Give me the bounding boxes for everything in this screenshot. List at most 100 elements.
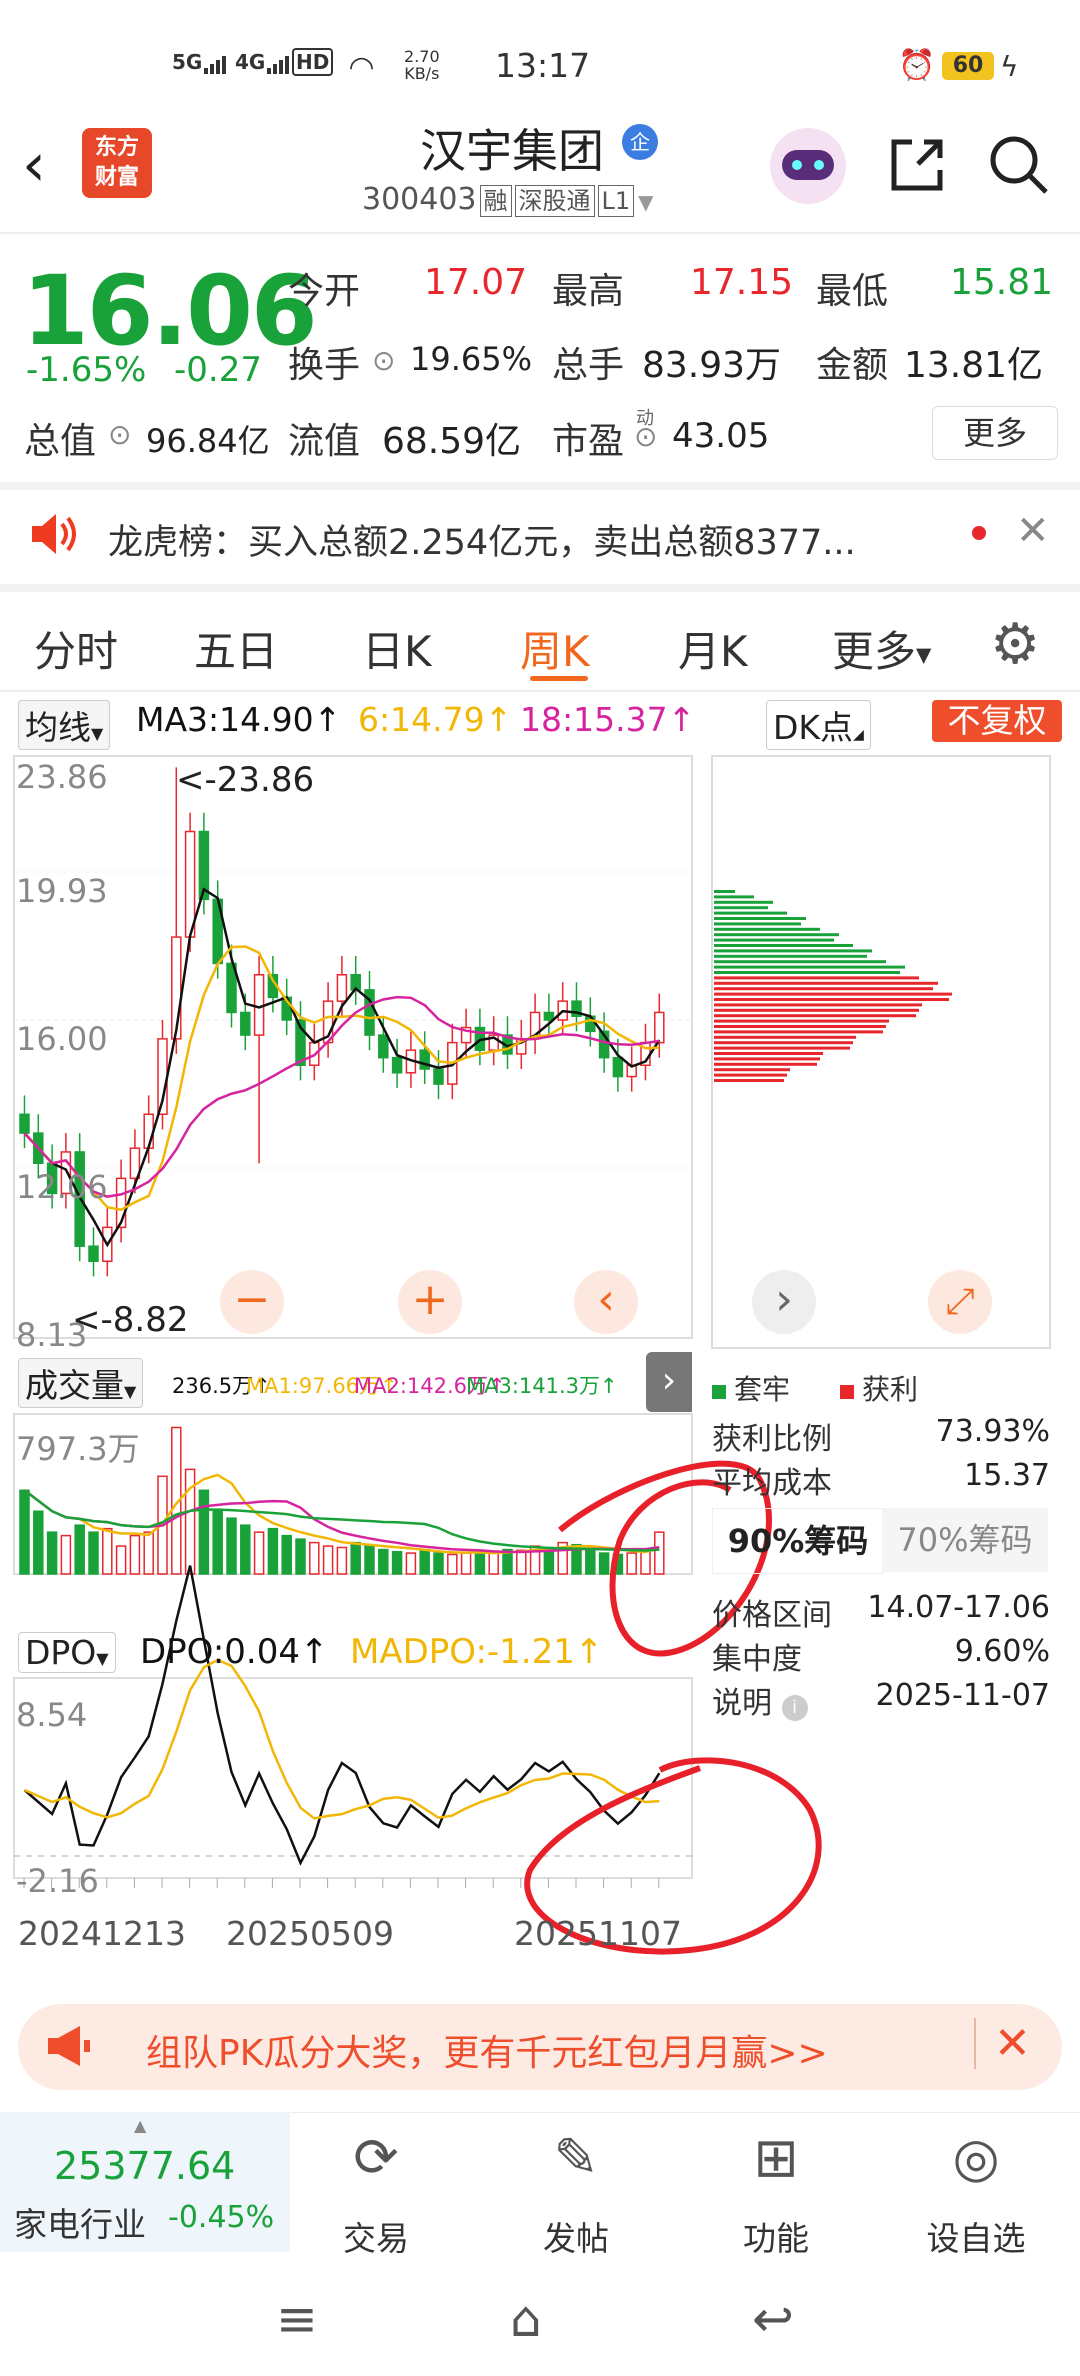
function-grid-icon[interactable]: ⊞ (706, 2126, 846, 2189)
post-button[interactable]: 发帖 (506, 2212, 646, 2260)
candle (654, 1011, 665, 1044)
chip-bar (714, 954, 867, 958)
hd-icon: HD (292, 48, 334, 76)
indicator-selector[interactable]: DPO▼ (18, 1632, 116, 1673)
tab-five-day[interactable]: 五日 (194, 618, 278, 679)
info-icon[interactable]: ⊙ (372, 344, 395, 377)
info-icon[interactable]: ⊙ (108, 418, 131, 451)
trade-button[interactable]: 交易 (306, 2212, 446, 2260)
index-change: -0.45% (168, 2200, 275, 2235)
add-watchlist-icon[interactable]: ◎ (906, 2126, 1046, 2189)
lhb-notice[interactable]: 龙虎榜：买入总额2.254亿元，卖出总额8377... (108, 514, 856, 565)
back-nav-icon[interactable]: ↩ (752, 2290, 794, 2348)
chip-bar (714, 987, 933, 991)
volume-bar (598, 1552, 610, 1575)
chip-bar (714, 906, 768, 910)
promo-text: 组队PK瓜分大奖，更有千元红包月月赢>> (146, 2033, 828, 2074)
chip-bar (714, 938, 834, 942)
menu-icon[interactable]: ≡ (276, 2290, 318, 2348)
open-label: 今开 (288, 271, 361, 312)
volume-bar (102, 1527, 113, 1575)
candle (543, 1011, 555, 1021)
industry-index[interactable]: ▲ 25377.64 家电行业 -0.45% (0, 2112, 290, 2252)
concentration-label: 集中度 (712, 1642, 802, 1677)
dpo-axis-top: 8.54 (16, 1696, 88, 1734)
settings-gear-icon[interactable]: ⚙ (990, 612, 1040, 677)
volume-bar (488, 1552, 499, 1575)
price-axis-top: 23.86 (16, 758, 108, 796)
divider (0, 584, 1080, 592)
volume-bar (19, 1489, 30, 1575)
caret-down-icon[interactable]: ▼ (638, 190, 653, 214)
charging-icon: ϟ (1000, 50, 1019, 83)
close-icon[interactable]: ✕ (1016, 508, 1050, 554)
tab-chip-90[interactable]: 90%筹码 (712, 1508, 884, 1574)
home-icon[interactable]: ⌂ (510, 2290, 542, 2348)
dk-selector[interactable]: DK点◢ (766, 700, 871, 750)
volume-bar (364, 1543, 375, 1575)
volume-bar (460, 1552, 472, 1575)
tab-daily-k[interactable]: 日K (362, 618, 432, 679)
chip-bar (714, 965, 905, 969)
price-axis-2: 19.93 (16, 872, 108, 910)
chip-bar (714, 960, 886, 964)
chip-bar (714, 1068, 790, 1072)
active-tab-indicator (530, 676, 588, 681)
low-value: 15.81 (950, 262, 1054, 303)
scroll-left-button[interactable]: ‹ (574, 1270, 638, 1334)
date-label-3: 20251107 (514, 1914, 682, 1953)
volume-bar (309, 1541, 320, 1575)
post-icon[interactable]: ✎ (506, 2126, 646, 2189)
float-label: 流值 (288, 421, 361, 462)
zoom-out-button[interactable]: − (220, 1270, 284, 1334)
assistant-avatar[interactable] (770, 128, 846, 204)
chip-bar (714, 1025, 886, 1028)
price-range-value: 14.07-17.06 (867, 1590, 1050, 1625)
volume-bar (419, 1548, 430, 1575)
volume-selector[interactable]: 成交量▼ (18, 1358, 144, 1408)
unread-dot (972, 526, 986, 540)
mktcap-value: 96.84亿 (146, 422, 270, 460)
tab-chip-70[interactable]: 70%筹码 (882, 1508, 1048, 1572)
ma-selector[interactable]: 均线▼ (18, 700, 111, 750)
volume-bar (378, 1548, 389, 1575)
adjust-type-button[interactable]: 不复权 (932, 700, 1062, 742)
tab-monthly-k[interactable]: 月K (678, 618, 748, 679)
megaphone-icon (44, 2024, 92, 2072)
pe-value: 43.05 (672, 416, 770, 456)
concentration-value: 9.60% (954, 1634, 1050, 1669)
back-icon[interactable]: ‹ (22, 130, 46, 200)
volume-value: 83.93万 (642, 345, 782, 386)
stock-name: 汉宇集团 (420, 124, 604, 178)
network-4g: 4G (235, 50, 290, 74)
wifi-icon: ◠ (350, 50, 374, 85)
tab-more[interactable]: 更多▼ (832, 618, 931, 679)
share-icon[interactable] (886, 134, 948, 200)
volume-bar (336, 1546, 348, 1575)
chip-next-button[interactable]: › (752, 1270, 816, 1334)
clock: 13:17 (495, 46, 591, 85)
status-bar: 5G 4G HD ◠ 2.70 KB/s 13:17 ⏰ 60 ϟ (0, 0, 1080, 120)
search-icon[interactable] (986, 132, 1050, 200)
promo-banner[interactable]: 组队PK瓜分大奖，更有千元红包月月赢>> ✕ (18, 2004, 1062, 2090)
avg-cost-value: 15.37 (964, 1458, 1050, 1493)
collapse-panel-button[interactable]: › (646, 1352, 692, 1412)
volume-bar (350, 1541, 361, 1575)
info-icon[interactable]: ⊙ (634, 420, 657, 453)
zoom-in-button[interactable]: + (398, 1270, 462, 1334)
close-icon[interactable]: ✕ (974, 2018, 1031, 2069)
price-range-label: 价格区间 (712, 1598, 832, 1633)
tab-intraday[interactable]: 分时 (34, 618, 118, 679)
margin-tag: 融 (479, 185, 512, 217)
volume-bar (474, 1550, 486, 1575)
more-button[interactable]: 更多 (932, 406, 1058, 460)
add-watchlist-button[interactable]: 设自选 (906, 2212, 1046, 2260)
tab-weekly-k[interactable]: 周K (520, 618, 590, 679)
dpo-axis-bottom: -2.16 (16, 1862, 99, 1900)
high-label: 最高 (552, 271, 625, 312)
network-speed: 2.70 KB/s (404, 47, 440, 83)
function-button[interactable]: 功能 (706, 2212, 846, 2260)
expand-icon[interactable]: ⤢ (928, 1270, 992, 1334)
caret-up-icon: ▲ (134, 2116, 147, 2135)
trade-icon[interactable]: ⟳ (306, 2126, 446, 2189)
